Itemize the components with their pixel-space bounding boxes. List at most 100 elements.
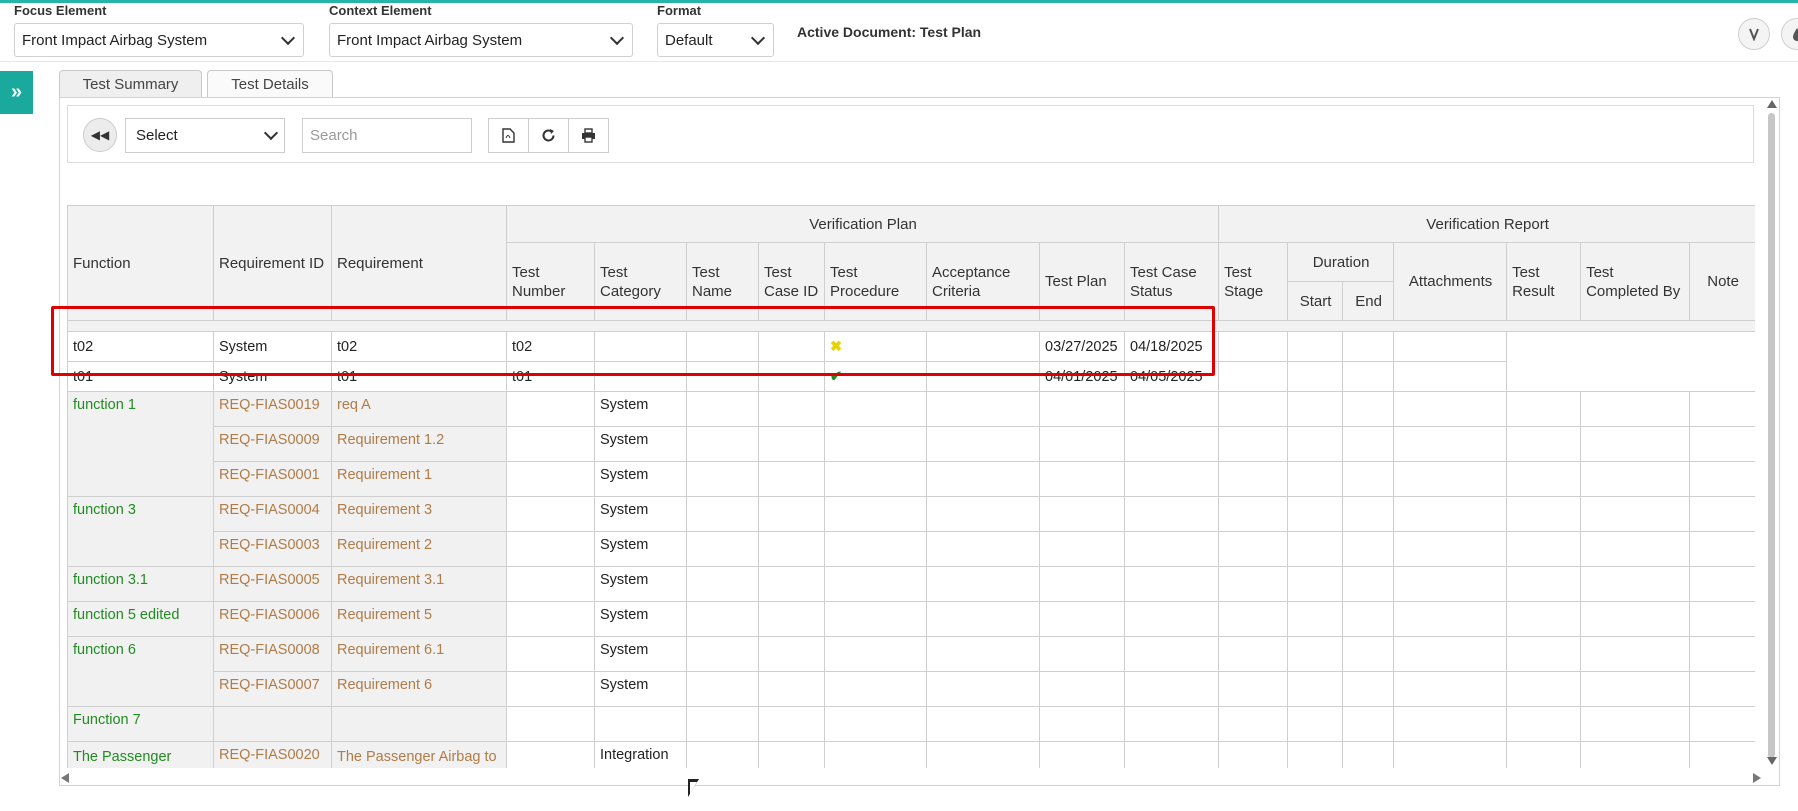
cell-requirement-id[interactable]: REQ-FIAS0019 [213,391,332,427]
refresh-button[interactable] [528,118,569,153]
cell-requirement-id[interactable]: REQ-FIAS0004 [213,496,332,532]
cell-requirement[interactable]: Requirement 3 [331,496,507,532]
col-test-number[interactable]: Test Number [506,242,595,321]
col-test-name[interactable]: Test Name [686,242,759,321]
col-test-result[interactable]: Test Result [1506,242,1582,321]
cell-requirement[interactable]: Requirement 6 [331,671,507,707]
cell-test-category: System [594,461,687,497]
col-test-case-status[interactable]: Test Case Status [1123,242,1220,321]
horizontal-scrollbar[interactable] [59,770,1763,784]
table-row[interactable]: REQ-FIAS0007 Requirement 6 System [68,671,1755,707]
group-duration: Duration [1287,242,1395,282]
chevron-down-icon [280,30,296,45]
export-pdf-button[interactable] [488,118,529,153]
col-start[interactable]: Start [1287,281,1344,321]
cross-icon: ✖ [830,338,843,355]
table-row[interactable]: function 3.1 REQ-FIAS0005 Requirement 3.… [67,566,1755,602]
col-test-plan[interactable]: Test Plan [1039,242,1125,321]
cell-test-category: System [594,496,687,532]
refresh-icon [542,129,555,142]
col-test-stage[interactable]: Test Stage [1218,242,1289,321]
cell-requirement[interactable]: The Passenger Airbag to the Front Sensor… [331,741,507,768]
cell-requirement[interactable]: Requirement 6.1 [331,636,507,672]
cell-requirement[interactable]: Requirement 3.1 [331,566,507,602]
scroll-left-arrow-icon[interactable] [61,773,69,783]
cell-function: Function 7 [67,706,214,742]
table-row[interactable]: The Passenger Airbag to the Front Sensor… [67,741,1755,768]
cell-test-category: System [594,601,687,637]
cell-requirement[interactable]: Requirement 5 [331,601,507,637]
format-select[interactable]: Default [657,23,774,57]
col-end[interactable]: End [1342,281,1395,321]
col-function[interactable]: Function [67,205,214,321]
cell-requirement-id[interactable]: REQ-FIAS0008 [213,636,332,672]
context-element-value: Front Impact Airbag System [337,31,523,49]
cell-test-case-status: 04/18/2025 [1123,331,1220,362]
focus-element-select[interactable]: Front Impact Airbag System [14,23,304,57]
cell-test-category: System [594,426,687,462]
table-row[interactable]: function 6 REQ-FIAS0008 Requirement 6.1 … [67,636,1755,707]
cell-requirement-id[interactable]: REQ-FIAS0005 [213,566,332,602]
theme-button[interactable] [1781,18,1798,50]
cell-requirement-id[interactable]: REQ-FIAS0003 [213,531,332,567]
cell-test-category: System [594,671,687,707]
col-requirement[interactable]: Requirement [331,205,507,321]
format-group: Format Default [657,3,774,57]
group-verification-report: Verification Report [1218,205,1755,243]
scroll-down-arrow-icon[interactable] [1767,757,1777,765]
col-test-category[interactable]: Test Category [594,242,687,321]
col-test-case-id[interactable]: Test Case ID [758,242,825,321]
cell-requirement-id[interactable]: REQ-FIAS0007 [213,671,332,707]
top-toolbar: Focus Element Front Impact Airbag System… [0,3,1798,62]
cell-test-plan: 04/01/2025 [1039,361,1125,392]
cell-requirement[interactable]: Requirement 1.2 [331,426,507,462]
table-row[interactable]: REQ-FIAS0001 Requirement 1 System [68,461,1755,497]
sidebar-toggle-button[interactable]: » [0,71,33,114]
vertical-scrollbar[interactable] [1764,100,1778,769]
cell-test-number: t01 [506,361,595,392]
tab-test-details[interactable]: Test Details [207,70,333,98]
scroll-up-arrow-icon[interactable] [1767,100,1777,108]
cell-requirement[interactable]: Requirement 1 [331,461,507,497]
col-requirement-id[interactable]: Requirement ID [213,205,332,321]
chevron-down-icon [263,125,279,141]
table-row[interactable]: REQ-FIAS0009 Requirement 1.2 System [68,426,1755,462]
group-verification-plan: Verification Plan [505,205,1220,243]
context-element-group: Context Element Front Impact Airbag Syst… [329,3,633,57]
col-test-procedure[interactable]: Test Procedure [824,242,927,321]
focus-element-group: Focus Element Front Impact Airbag System [14,3,304,57]
table-row[interactable]: REQ-FIAS0003 Requirement 2 System [68,531,1755,567]
cell-requirement-id: System [213,331,332,362]
cell-test-plan: 03/27/2025 [1039,331,1125,362]
table-row[interactable]: function 1 REQ-FIAS0019 req A System [67,391,1755,497]
table-row[interactable]: t01 System t01 t01 ✔ 04/01/2025 04/05/20… [67,361,1755,392]
col-acceptance-criteria[interactable]: Acceptance Criteria [926,242,1040,321]
focus-element-value: Front Impact Airbag System [22,31,208,49]
context-element-select[interactable]: Front Impact Airbag System [329,23,633,57]
tab-test-summary[interactable]: Test Summary [59,70,202,98]
cell-requirement-id[interactable]: REQ-FIAS0006 [213,601,332,637]
scroll-right-arrow-icon[interactable] [1753,773,1761,783]
col-attachments[interactable]: Attachments [1393,242,1508,321]
cell-requirement-id: System [213,361,332,392]
col-test-completed-by[interactable]: Test Completed By [1580,242,1691,321]
print-button[interactable] [568,118,609,153]
print-icon [582,128,595,143]
cell-requirement-id[interactable]: REQ-FIAS0001 [213,461,332,497]
table-row[interactable]: function 3 REQ-FIAS0004 Requirement 3 Sy… [67,496,1755,567]
table-row[interactable]: Function 7 [67,706,1755,742]
check-icon: ✔ [830,368,843,385]
first-page-button[interactable]: ◀◀ [83,118,117,152]
cell-requirement-id[interactable]: REQ-FIAS0020 [213,741,332,768]
cell-requirement[interactable]: Requirement 2 [331,531,507,567]
vertical-scroll-thumb[interactable] [1768,113,1775,758]
cell-requirement[interactable]: req A [331,391,507,427]
vertex-button[interactable] [1738,18,1770,50]
search-input[interactable] [302,118,472,153]
col-note[interactable]: Note [1689,242,1755,321]
cell-requirement-id[interactable]: REQ-FIAS0009 [213,426,332,462]
table-row[interactable]: t02 System t02 t02 ✖ 03/27/2025 04/18/20… [67,331,1755,362]
active-document-label: Active Document: Test Plan [797,24,982,40]
column-select[interactable]: Select [125,118,285,153]
table-row[interactable]: function 5 edited REQ-FIAS0006 Requireme… [67,601,1755,637]
